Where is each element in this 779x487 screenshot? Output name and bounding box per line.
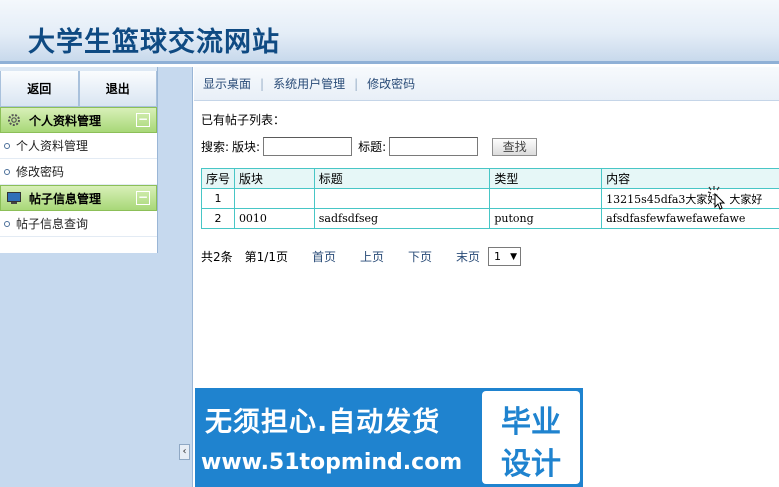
busy-cursor-icon [707,186,726,210]
list-title: 已有帖子列表： [201,113,286,127]
table-cell: 1 [201,188,235,209]
nav-user-management[interactable]: 系统用户管理 [273,75,345,92]
ad-stamp-line1: 毕业 [501,405,561,440]
bullet-icon [4,142,10,149]
section-header-posts[interactable]: 帖子信息管理 − [0,185,157,211]
sidebar-item-profile[interactable]: 个人资料管理 [0,133,157,159]
sidebar-item-label: 修改密码 [16,165,65,179]
top-nav: 显示桌面 | 系统用户管理 | 修改密码 [194,67,779,101]
board-input[interactable] [263,137,353,156]
nav-show-desktop[interactable]: 显示桌面 [203,75,251,92]
header-bar: 大学生篮球交流网站 [0,0,779,64]
table-cell [489,188,603,209]
pager-next[interactable]: 下页 [408,248,432,265]
table-row[interactable]: 2 0010 sadfsdfseg putong afsdfasfewfawef… [201,208,779,229]
title-input[interactable] [389,137,479,156]
gear-icon [5,111,23,129]
sidebar-item-change-password[interactable]: 修改密码 [0,159,157,185]
column-header: 序号 [201,168,235,189]
search-button[interactable]: 查找 [492,137,538,156]
sidebar-item-label: 个人资料管理 [16,139,89,153]
pager-first[interactable]: 首页 [312,248,336,265]
pager-total: 共2条 [201,250,233,264]
site-title: 大学生篮球交流网站 [28,27,280,58]
column-header: 类型 [489,168,603,189]
sidebar-item-post-query[interactable]: 帖子信息查询 [0,211,157,237]
nav-separator: | [260,76,265,91]
page-select[interactable]: 1 ▼ [488,247,522,266]
section-title-posts: 帖子信息管理 [29,191,102,206]
page-select-value: 1 [494,250,502,263]
ad-banner: 无须担心.自动发货 www.51topmind.com 毕业 设计 [195,388,583,487]
nav-separator: | [354,76,359,91]
section-title-profile: 个人资料管理 [29,113,102,128]
ad-stamp: 毕业 设计 [482,391,580,484]
title-label: 标题: [358,140,387,154]
pager: 共2条 第1/1页 首页 上页 下页 末页 1 ▼ [201,247,522,266]
column-header: 内容 [601,168,779,189]
back-button[interactable]: 返回 [0,71,79,107]
table-cell: 0010 [233,208,315,229]
pager-page: 第1/1页 [244,250,288,264]
column-header: 标题 [313,168,491,189]
section-header-profile[interactable]: 个人资料管理 − [0,107,157,133]
table-cell [233,188,315,209]
collapse-icon[interactable]: − [136,191,150,205]
search-label: 搜索: [201,140,230,154]
table-row[interactable]: 1 13215s45dfa3大家好，大家好 [201,188,779,209]
sidebar-item-label: 帖子信息查询 [16,217,89,231]
nav-change-password[interactable]: 修改密码 [367,75,415,92]
table-cell: 13215s45dfa3大家好，大家好 [601,188,779,209]
board-label: 版块: [232,140,261,154]
ad-url: www.51topmind.com [201,450,463,475]
table-cell: sadfsdfseg [313,208,491,229]
pager-prev[interactable]: 上页 [360,248,384,265]
bullet-icon [4,168,10,175]
logout-button[interactable]: 退出 [78,71,157,107]
bullet-icon [4,220,10,227]
sidebar: 返回 退出 个人资料管理 − 个人资料管理 修改密码 帖子信息管理 − 帖子信息… [0,67,193,487]
table-cell: putong [489,208,603,229]
ad-headline: 无须担心.自动发货 [205,407,441,438]
search-row: 搜索: 版块: 标题: 查找 [201,137,538,156]
posts-table: 序号 版块 标题 类型 内容 1 13215s45dfa3大家好，大家好 2 0… [201,168,779,229]
column-header: 版块 [233,168,315,189]
sidebar-top-buttons: 返回 退出 [0,67,157,107]
pager-last[interactable]: 末页 [456,248,480,265]
chevron-down-icon: ▼ [510,251,518,262]
collapse-icon[interactable]: − [136,113,150,127]
monitor-icon [5,189,23,207]
table-cell: afsdfasfewfawefawefawe [601,208,779,229]
ad-stamp-line2: 设计 [501,447,561,482]
table-cell: 2 [201,208,235,229]
table-cell [313,188,491,209]
table-header-row: 序号 版块 标题 类型 内容 [201,168,779,189]
sidebar-collapse-handle[interactable]: ‹ [179,444,190,460]
sidebar-panel: 返回 退出 个人资料管理 − 个人资料管理 修改密码 帖子信息管理 − 帖子信息… [0,67,158,253]
